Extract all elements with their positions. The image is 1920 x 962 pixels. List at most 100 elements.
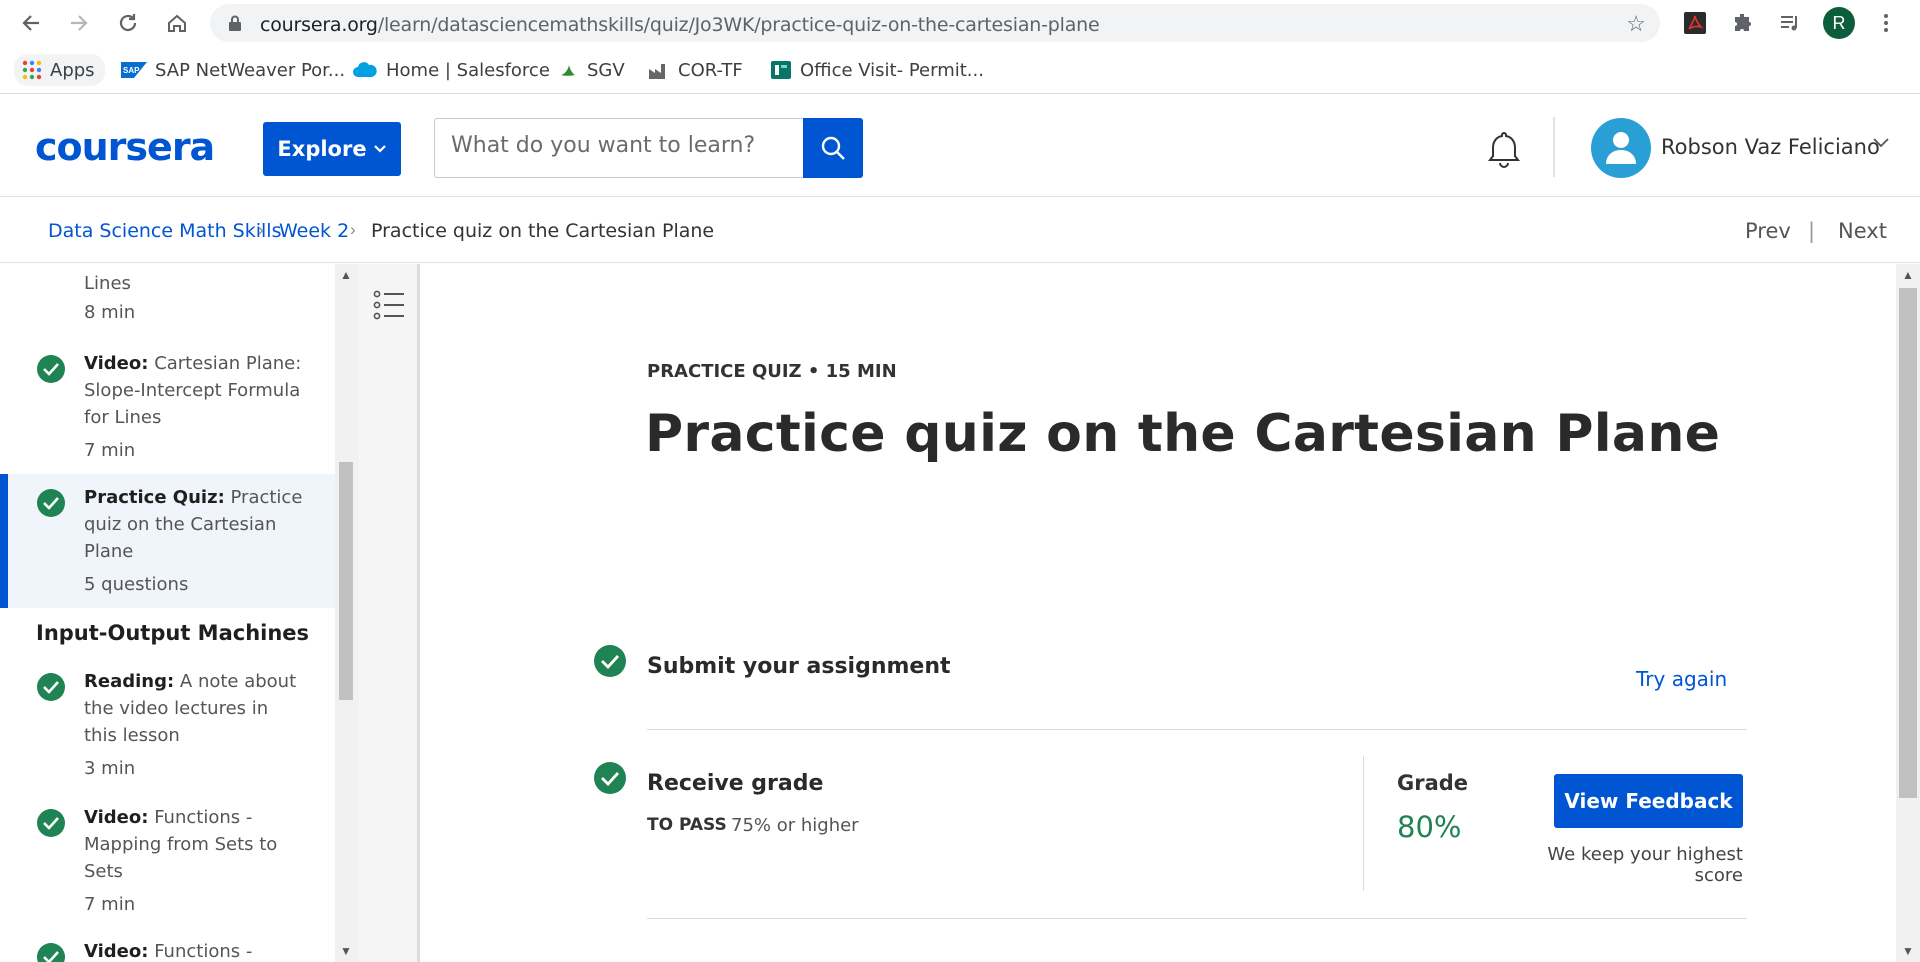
breadcrumb-chevron-icon: › <box>258 220 264 239</box>
sidebar-item-title: Practice Quiz: Practice quiz on the Cart… <box>84 484 304 565</box>
search-input[interactable] <box>451 133 811 158</box>
bookmark-label: COR-TF <box>678 59 743 81</box>
grade-value: 80% <box>1397 810 1462 844</box>
sidebar-item-video-slope-intercept[interactable]: Video: Cartesian Plane: Slope-Intercept … <box>0 346 335 466</box>
forward-icon[interactable] <box>64 8 94 38</box>
bookmark-star-icon[interactable]: ☆ <box>1626 11 1646 37</box>
back-icon[interactable] <box>16 8 46 38</box>
address-bar[interactable]: coursera.org/learn/datasciencemathskills… <box>210 4 1660 42</box>
scroll-up-arrow-icon[interactable]: ▲ <box>1902 268 1914 282</box>
next-link[interactable]: Next <box>1838 219 1887 243</box>
breadcrumb-chevron-icon: › <box>350 220 356 239</box>
completed-check-icon <box>37 943 65 962</box>
outline-list-icon[interactable] <box>372 288 406 322</box>
notification-bell-icon[interactable] <box>1484 129 1524 169</box>
sidebar-scrollbar[interactable]: ▲ ▼ <box>335 264 359 962</box>
search-icon <box>821 136 845 160</box>
reload-icon[interactable] <box>113 8 143 38</box>
item-type: Video: <box>84 807 149 828</box>
scroll-down-arrow-icon[interactable]: ▼ <box>340 944 352 958</box>
sidebar-item-title: Reading: A note about the video lectures… <box>84 668 304 749</box>
scroll-down-arrow-icon[interactable]: ▼ <box>1902 944 1914 958</box>
coursera-logo[interactable]: coursera <box>35 125 215 169</box>
main-scroll-thumb[interactable] <box>1899 288 1917 798</box>
completed-check-icon <box>37 489 65 517</box>
section-title: Input-Output Machines <box>36 621 310 645</box>
to-pass-label: TO PASS <box>647 815 727 835</box>
completed-check-icon <box>594 645 626 677</box>
svg-text:SAP: SAP <box>123 66 140 75</box>
sidebar-item-title: Video: Cartesian Plane: Slope-Intercept … <box>84 350 304 431</box>
bookmark-office-visit[interactable]: Office Visit- Permit... <box>770 58 984 82</box>
breadcrumb-course[interactable]: Data Science Math Skills <box>48 220 281 242</box>
sap-icon: SAP <box>121 62 147 78</box>
user-avatar[interactable] <box>1591 118 1651 178</box>
profile-avatar[interactable]: R <box>1823 7 1855 39</box>
search-button[interactable] <box>803 118 863 178</box>
sidebar-item-meta: 5 questions <box>84 574 189 595</box>
bookmark-sgv[interactable]: SGV <box>557 58 625 82</box>
keep-score-note: We keep your highest score <box>1547 844 1743 886</box>
sidebar-item-video-functions-mapping[interactable]: Video: Functions - Mapping from Sets to … <box>0 802 335 922</box>
completed-check-icon <box>37 355 65 383</box>
url-text[interactable]: coursera.org/learn/datasciencemathskills… <box>260 14 1100 36</box>
explore-button[interactable]: Explore <box>263 122 401 176</box>
bookmark-label: Home | Salesforce <box>386 59 550 81</box>
sidebar-scroll-thumb[interactable] <box>339 462 353 700</box>
pdf-extension-icon[interactable] <box>1682 10 1708 36</box>
prev-link[interactable]: Prev <box>1745 219 1791 243</box>
item-type: Reading: <box>84 671 175 692</box>
item-title: Functions - <box>154 941 253 962</box>
lock-icon <box>229 15 241 31</box>
grade-label: Grade <box>1397 771 1469 795</box>
quiz-meta: PRACTICE QUIZ • 15 MIN <box>647 361 897 382</box>
completed-check-icon <box>37 809 65 837</box>
bookmark-label: Office Visit- Permit... <box>800 59 984 81</box>
sidebar-item-reading-note[interactable]: Reading: A note about the video lectures… <box>0 666 335 786</box>
scroll-up-arrow-icon[interactable]: ▲ <box>340 268 352 282</box>
sidebar-item-practice-quiz[interactable]: Practice Quiz: Practice quiz on the Cart… <box>0 474 335 608</box>
quiz-main: PRACTICE QUIZ • 15 MIN Practice quiz on … <box>420 264 1896 962</box>
explore-label: Explore <box>277 137 367 161</box>
bookmark-label: SGV <box>587 59 625 81</box>
sidebar-item-title: Video: Functions - <box>84 938 304 962</box>
sidebar-item-meta: 3 min <box>84 758 136 779</box>
main-scrollbar[interactable]: ▲ ▼ <box>1896 264 1920 962</box>
sidebar-item-meta: 7 min <box>84 440 136 461</box>
prev-next-separator: | <box>1808 219 1816 243</box>
profile-initial: R <box>1832 12 1846 33</box>
bookmark-cor-tf[interactable]: COR-TF <box>648 58 743 82</box>
bookmark-label: Apps <box>50 59 95 81</box>
item-type: Video: <box>84 353 149 374</box>
url-host: coursera.org <box>260 14 378 36</box>
breadcrumb-current: Practice quiz on the Cartesian Plane <box>371 220 715 242</box>
view-feedback-button[interactable]: View Feedback <box>1554 774 1743 828</box>
user-name[interactable]: Robson Vaz Feliciano <box>1661 135 1880 159</box>
apps-grid-icon <box>22 60 42 80</box>
url-path: /learn/datasciencemathskills/quiz/Jo3WK/… <box>377 14 1100 36</box>
browser-menu-icon[interactable] <box>1873 10 1899 36</box>
divider <box>647 918 1747 919</box>
receive-grade-title: Receive grade <box>647 771 824 796</box>
divider <box>647 729 1747 730</box>
sidebar-item-meta: 7 min <box>84 894 136 915</box>
bookmark-salesforce[interactable]: Home | Salesforce <box>352 58 550 82</box>
bookmark-apps[interactable]: Apps <box>14 54 105 86</box>
bookmark-label: SAP NetWeaver Por... <box>155 59 346 81</box>
extensions-puzzle-icon[interactable] <box>1730 10 1756 36</box>
sgv-icon <box>561 65 575 76</box>
user-icon <box>1606 132 1636 164</box>
grade-divider <box>1363 756 1364 891</box>
sidebar-item-partial[interactable]: Lines 8 min <box>0 264 335 326</box>
site-header: coursera Explore Robson Vaz Feliciano <box>0 95 1920 197</box>
sidebar-item-video-functions[interactable]: Video: Functions - <box>0 936 335 962</box>
search-bar <box>434 118 863 178</box>
home-icon[interactable] <box>162 8 192 38</box>
browser-toolbar: coursera.org/learn/datasciencemathskills… <box>0 0 1920 46</box>
breadcrumb-week[interactable]: Week 2 <box>279 220 349 242</box>
page-title: Practice quiz on the Cartesian Plane <box>645 404 1721 464</box>
reading-list-icon[interactable] <box>1777 10 1803 36</box>
try-again-link[interactable]: Try again <box>1636 667 1727 691</box>
user-menu-chevron-icon[interactable] <box>1872 137 1890 149</box>
bookmark-sap[interactable]: SAP SAP NetWeaver Por... <box>121 58 345 82</box>
